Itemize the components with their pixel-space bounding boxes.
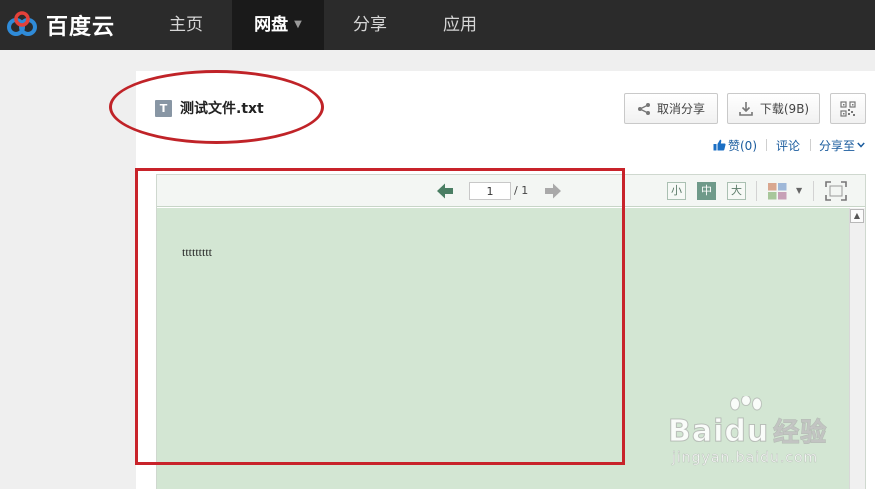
- grid-icon: [768, 183, 787, 200]
- grid-view-button[interactable]: [768, 183, 787, 204]
- baidu-cloud-logo[interactable]: 百度云: [4, 9, 115, 41]
- fullscreen-icon: [825, 181, 847, 201]
- watermark-url: jingyan.baidu.com: [672, 450, 819, 467]
- cancel-share-button[interactable]: 取消分享: [624, 93, 718, 124]
- like-count: 赞(0): [728, 138, 757, 153]
- share-to-link[interactable]: 分享至: [819, 137, 865, 153]
- download-label: 下载(9B): [759, 102, 810, 116]
- comment-label: 评论: [776, 138, 801, 153]
- baidu-jingyan-watermark: Baidu 经验 jingyan.baidu.com: [667, 396, 868, 470]
- toolbar-divider: [813, 181, 814, 201]
- highlight-rectangle-annotation: [135, 168, 625, 465]
- like-link[interactable]: 赞(0): [713, 137, 757, 153]
- scroll-up-button[interactable]: ▲: [850, 209, 864, 223]
- divider: [810, 139, 811, 151]
- nav-apps-label: 应用: [443, 15, 477, 35]
- nav-netdisk-label: 网盘: [254, 15, 289, 35]
- logo-text: 百度云: [46, 15, 116, 40]
- share-to-label: 分享至: [819, 138, 856, 153]
- highlight-ellipse-annotation: [109, 70, 324, 144]
- nav-share[interactable]: 分享: [338, 0, 402, 50]
- chevron-down-icon: [857, 142, 865, 148]
- caret-down-icon[interactable]: ▼: [796, 186, 802, 195]
- font-size-large-button[interactable]: 大: [727, 182, 746, 200]
- cloud-logo-icon: [7, 11, 37, 36]
- chevron-down-icon: ▼: [294, 19, 302, 30]
- nav-netdisk[interactable]: 网盘 ▼: [232, 0, 324, 50]
- font-size-medium-button[interactable]: 中: [697, 182, 716, 200]
- cancel-share-label: 取消分享: [656, 102, 705, 116]
- top-navigation-bar: 百度云 主页 网盘 ▼ 分享 应用: [0, 0, 875, 50]
- nav-apps[interactable]: 应用: [428, 0, 492, 50]
- toolbar-divider: [756, 181, 757, 201]
- watermark-cn-text: 经验: [773, 418, 828, 449]
- qr-code-icon: [840, 100, 856, 117]
- font-size-small-button[interactable]: 小: [667, 182, 686, 200]
- fullscreen-button[interactable]: [825, 181, 847, 205]
- share-icon: [637, 102, 650, 115]
- comment-link[interactable]: 评论: [776, 137, 800, 153]
- qr-code-button[interactable]: [830, 93, 866, 124]
- nav-home[interactable]: 主页: [150, 0, 222, 50]
- nav-share-label: 分享: [353, 15, 387, 35]
- thumbs-up-icon: [713, 139, 726, 151]
- watermark-brand-text: Baidu: [667, 414, 770, 450]
- download-icon: [739, 101, 753, 116]
- nav-home-label: 主页: [169, 15, 203, 35]
- watermark-brand: Baidu 经验: [667, 412, 828, 450]
- divider: [766, 139, 767, 151]
- download-button[interactable]: 下载(9B): [727, 93, 820, 124]
